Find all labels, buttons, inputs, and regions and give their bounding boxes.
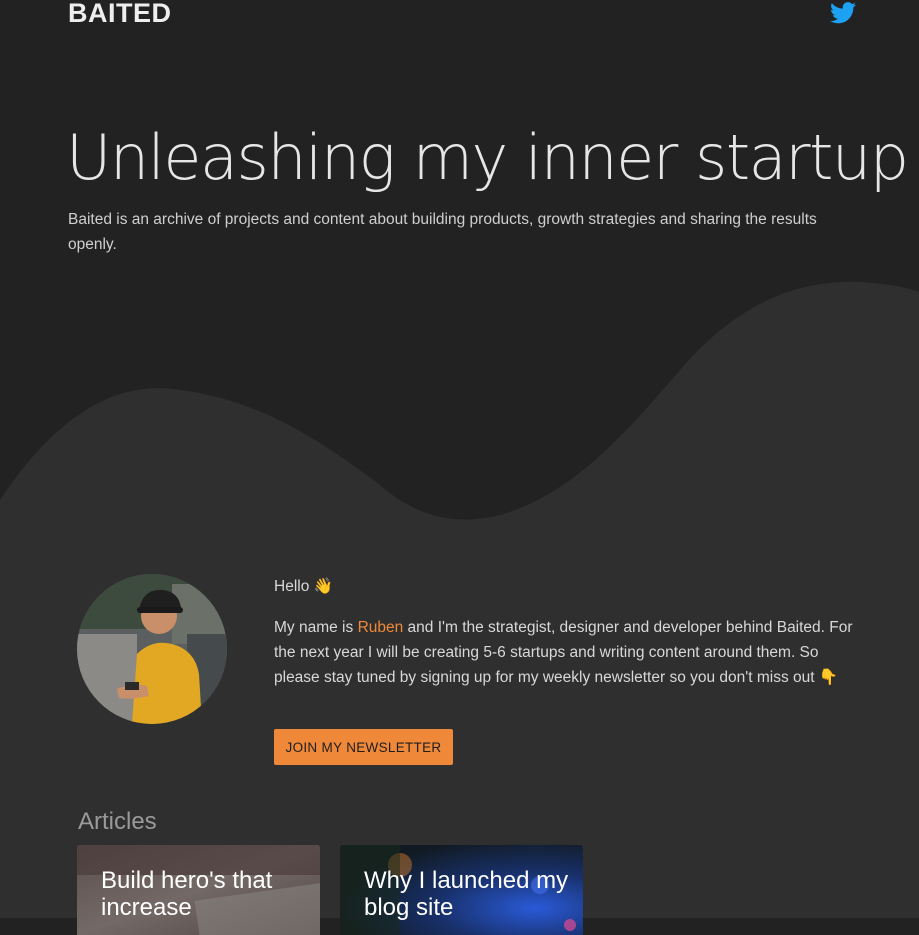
twitter-icon[interactable]	[830, 2, 856, 24]
intro-text-start: My name is	[274, 619, 358, 636]
join-newsletter-button[interactable]: JOIN MY NEWSLETTER	[274, 729, 453, 765]
author-name-link[interactable]: Ruben	[358, 619, 404, 636]
article-title: Why I launched my blog site	[364, 867, 569, 921]
intro-text: My name is Ruben and I'm the strategist,…	[274, 615, 854, 690]
hero-title: Unleashing my inner startup	[66, 121, 909, 194]
about-section: Hello 👋 My name is Ruben and I'm the str…	[274, 575, 854, 690]
site-header: BAITED	[0, 0, 919, 40]
hero-subtitle: Baited is an archive of projects and con…	[68, 211, 817, 253]
greeting: Hello 👋	[274, 578, 333, 595]
article-card[interactable]: Why I launched my blog site	[340, 845, 583, 935]
article-card[interactable]: Build hero's that increase	[77, 845, 320, 935]
site-logo[interactable]: BAITED	[68, 0, 172, 30]
article-title: Build hero's that increase	[101, 867, 273, 921]
avatar	[77, 574, 227, 724]
articles-heading: Articles	[78, 808, 157, 835]
